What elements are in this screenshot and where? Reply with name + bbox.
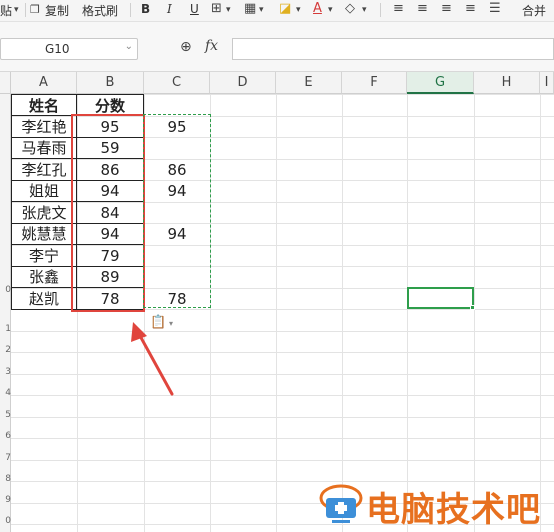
name-box-value: G10 bbox=[45, 42, 70, 56]
ribbon-toolbar: 贴 ▾ ❐ 复制 格式刷 B I U ⊞ ▾ ▦ ▾ ◪ ▾ A ▾ ◇ ▾ ≡… bbox=[0, 0, 554, 22]
row-number[interactable]: 5 bbox=[0, 410, 11, 420]
fill-handle[interactable] bbox=[470, 305, 475, 310]
column-header-a[interactable]: A bbox=[11, 72, 77, 94]
table-cell[interactable]: 赵凯 bbox=[11, 288, 77, 310]
justify-icon[interactable]: ≡ bbox=[465, 1, 476, 16]
font-color-dropdown-icon[interactable]: ▾ bbox=[328, 5, 333, 15]
border-icon[interactable]: ⊞ bbox=[211, 1, 222, 16]
select-all-corner[interactable] bbox=[0, 72, 11, 94]
table-header-cell[interactable]: 分数 bbox=[77, 94, 144, 116]
formula-input[interactable] bbox=[232, 38, 554, 60]
column-header-h[interactable]: H bbox=[474, 72, 540, 94]
table-header-cell[interactable]: 姓名 bbox=[11, 94, 77, 116]
row-number[interactable]: 3 bbox=[0, 367, 11, 377]
grid-row-line bbox=[11, 395, 554, 396]
grid-row-line bbox=[11, 417, 554, 418]
toolbar-divider bbox=[130, 3, 131, 17]
grid-row-line bbox=[11, 374, 554, 375]
copy-button[interactable]: 复制 bbox=[45, 2, 69, 19]
column-header-e[interactable]: E bbox=[276, 72, 342, 94]
table-cell[interactable]: 李宁 bbox=[11, 245, 77, 267]
formula-bar: G10 ⌄ ⊕ fx bbox=[0, 22, 554, 72]
table-cell[interactable]: 姐姐 bbox=[11, 180, 77, 202]
paste-button[interactable]: 贴 bbox=[0, 2, 12, 19]
table-cell[interactable]: 李红孔 bbox=[11, 159, 77, 181]
grid-column-line bbox=[474, 94, 475, 532]
grid-column-line bbox=[540, 94, 541, 532]
row-header-strip bbox=[0, 94, 11, 532]
table-cell[interactable]: 张鑫 bbox=[11, 266, 77, 288]
fill-color-icon[interactable]: ▦ bbox=[244, 1, 256, 16]
red-highlight-box bbox=[71, 114, 145, 312]
row-number[interactable]: 7 bbox=[0, 453, 11, 463]
grid-column-line bbox=[276, 94, 277, 532]
watermark-logo-icon bbox=[319, 484, 363, 523]
toolbar-divider bbox=[380, 3, 381, 17]
align-center-icon[interactable]: ≡ bbox=[417, 1, 428, 16]
align-left-icon[interactable]: ≡ bbox=[393, 1, 404, 16]
copy-marquee bbox=[143, 114, 211, 308]
grid-column-line bbox=[407, 94, 408, 532]
clear-format-icon[interactable]: ◇ bbox=[345, 1, 355, 16]
chevron-down-icon[interactable]: ⌄ bbox=[125, 41, 133, 52]
row-number[interactable]: 8 bbox=[0, 474, 11, 484]
table-cell[interactable]: 张虎文 bbox=[11, 202, 77, 224]
align-right-icon[interactable]: ≡ bbox=[441, 1, 452, 16]
paste-dropdown-icon[interactable]: ▾ bbox=[14, 5, 19, 15]
grid-row-line bbox=[11, 438, 554, 439]
merge-button[interactable]: 合并 bbox=[522, 2, 546, 19]
fx-icon[interactable]: fx bbox=[205, 38, 218, 54]
watermark-text: 电脑技术吧 bbox=[366, 490, 541, 530]
table-cell[interactable]: 姚慧慧 bbox=[11, 223, 77, 245]
row-number[interactable]: 9 bbox=[0, 495, 11, 505]
italic-button[interactable]: I bbox=[167, 2, 172, 16]
watermark: 电脑技术吧 bbox=[316, 478, 554, 532]
grid-row-line bbox=[11, 352, 554, 353]
grid-column-line bbox=[342, 94, 343, 532]
column-header-b[interactable]: B bbox=[77, 72, 144, 94]
red-arrow-annotation bbox=[131, 322, 174, 396]
column-header-d[interactable]: D bbox=[210, 72, 276, 94]
bold-button[interactable]: B bbox=[141, 2, 150, 16]
fill-dropdown-icon[interactable]: ▾ bbox=[259, 5, 264, 15]
clear-dropdown-icon[interactable]: ▾ bbox=[362, 5, 367, 15]
row-number[interactable]: 0 bbox=[0, 285, 11, 295]
row-number[interactable]: 0 bbox=[0, 516, 11, 526]
format-painter-button[interactable]: 格式刷 bbox=[82, 2, 118, 19]
font-color-icon[interactable]: A bbox=[313, 1, 322, 16]
column-header-i[interactable]: I bbox=[540, 72, 554, 94]
highlight-icon[interactable]: ◪ bbox=[279, 1, 291, 16]
grid-row-line bbox=[11, 460, 554, 461]
column-header-f[interactable]: F bbox=[342, 72, 407, 94]
column-header-g[interactable]: G bbox=[407, 72, 474, 94]
distributed-icon[interactable]: ☰ bbox=[489, 1, 501, 16]
highlight-dropdown-icon[interactable]: ▾ bbox=[296, 5, 301, 15]
row-number[interactable]: 1 bbox=[0, 324, 11, 334]
zoom-icon[interactable]: ⊕ bbox=[180, 39, 192, 55]
table-cell[interactable]: 李红艳 bbox=[11, 116, 77, 138]
grid-row-line bbox=[11, 331, 554, 332]
toolbar-divider bbox=[25, 3, 26, 17]
table-cell[interactable]: 马春雨 bbox=[11, 137, 77, 159]
column-header-c[interactable]: C bbox=[144, 72, 210, 94]
row-number[interactable]: 4 bbox=[0, 388, 11, 398]
row-number[interactable]: 2 bbox=[0, 345, 11, 355]
border-dropdown-icon[interactable]: ▾ bbox=[226, 5, 231, 15]
underline-button[interactable]: U bbox=[190, 2, 199, 16]
copy-icon[interactable]: ❐ bbox=[30, 3, 40, 16]
name-box[interactable]: G10 ⌄ bbox=[0, 38, 138, 60]
table-header-cell[interactable] bbox=[144, 94, 210, 116]
active-cell-g10[interactable] bbox=[407, 287, 474, 309]
row-number[interactable]: 6 bbox=[0, 431, 11, 441]
